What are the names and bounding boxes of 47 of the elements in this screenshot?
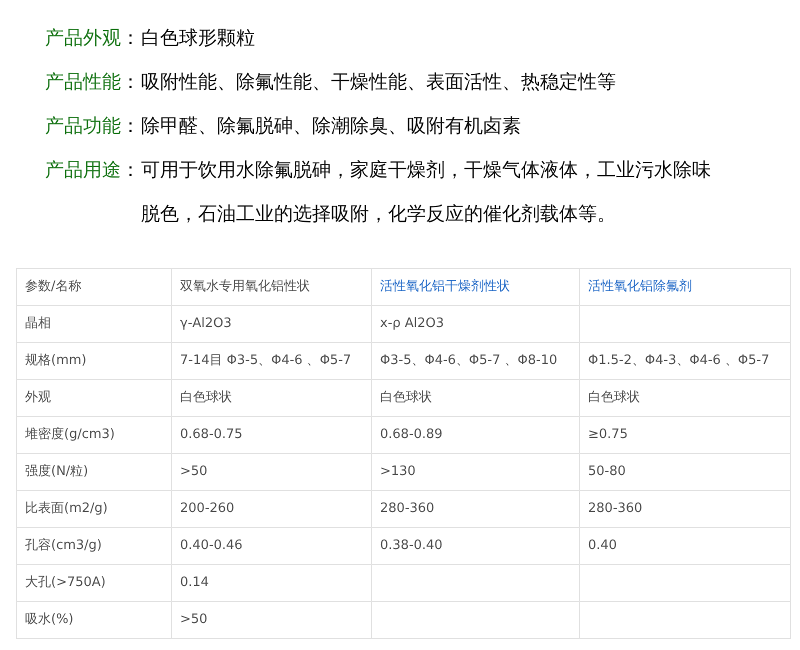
- spec-value: 除甲醛、除氟脱砷、除潮除臭、吸附有机卤素: [141, 114, 522, 139]
- table-cell: 规格(mm): [16, 342, 172, 380]
- table-cell: 强度(N/粒): [16, 454, 172, 490]
- colon: ：: [121, 26, 141, 51]
- table-cell: 吸水(%): [16, 602, 172, 638]
- table-cell: 白色球状: [172, 380, 372, 416]
- spec-label: 产品外观: [45, 26, 121, 51]
- table-cell: 白色球状: [372, 380, 580, 416]
- table-cell: 大孔(>750A): [16, 564, 172, 602]
- table-cell: >130: [372, 454, 580, 490]
- table-cell: 0.14: [172, 564, 372, 602]
- table-cell: 孔容(cm3/g): [16, 528, 172, 564]
- table-cell: x-ρ Al2O3: [372, 306, 580, 342]
- header-link[interactable]: 活性氧化铝除氟剂: [580, 268, 790, 306]
- spec-label: 产品性能: [45, 70, 121, 95]
- table-cell: 0.40-0.46: [172, 528, 372, 564]
- table-cell: 外观: [16, 380, 172, 416]
- table-cell: 50-80: [580, 454, 790, 490]
- table-cell: 280-360: [580, 490, 790, 528]
- spec-label: 产品功能: [45, 114, 121, 139]
- colon: ：: [121, 114, 141, 139]
- table-cell: 7-14目 Φ3-5、Φ4-6 、Φ5-7: [172, 342, 372, 380]
- table-cell: 白色球状: [580, 380, 790, 416]
- table-cell: 280-360: [372, 490, 580, 528]
- table-cell: >50: [172, 454, 372, 490]
- spec-value: 吸附性能、除氟性能、干燥性能、表面活性、热稳定性等: [141, 70, 617, 95]
- table-cell: γ-Al2O3: [172, 306, 372, 342]
- table-cell: >50: [172, 602, 372, 638]
- table-cell: ≥0.75: [580, 416, 790, 454]
- table-cell: 200-260: [172, 490, 372, 528]
- table-cell: 晶相: [16, 306, 172, 342]
- table-cell: 比表面(m2/g): [16, 490, 172, 528]
- table-cell: 0.38-0.40: [372, 528, 580, 564]
- spec-value: 白色球形颗粒: [141, 26, 256, 51]
- spec-value: 可用于饮用水除氟脱砷，家庭干燥剂，干燥气体液体，工业污水除味脱色，石油工业的选择吸附，化学反应的催化剂载体等。: [141, 158, 712, 227]
- table-cell: Φ1.5-2、Φ4-3、Φ4-6 、Φ5-7: [580, 342, 790, 380]
- table-cell: Φ3-5、Φ4-6、Φ5-7 、Φ8-10: [372, 342, 580, 380]
- colon: ：: [121, 70, 141, 95]
- column-header: 参数/名称: [16, 268, 172, 306]
- column-header: 双氧水专用氧化铝性状: [172, 268, 372, 306]
- spec-label: 产品用途: [45, 158, 121, 183]
- table-cell: 0.68-0.75: [172, 416, 372, 454]
- table-cell: 0.68-0.89: [372, 416, 580, 454]
- table-cell: 0.40: [580, 528, 790, 564]
- table-cell: 堆密度(g/cm3): [16, 416, 172, 454]
- header-link[interactable]: 活性氧化铝干燥剂性状: [372, 268, 580, 306]
- colon: ：: [121, 158, 141, 183]
